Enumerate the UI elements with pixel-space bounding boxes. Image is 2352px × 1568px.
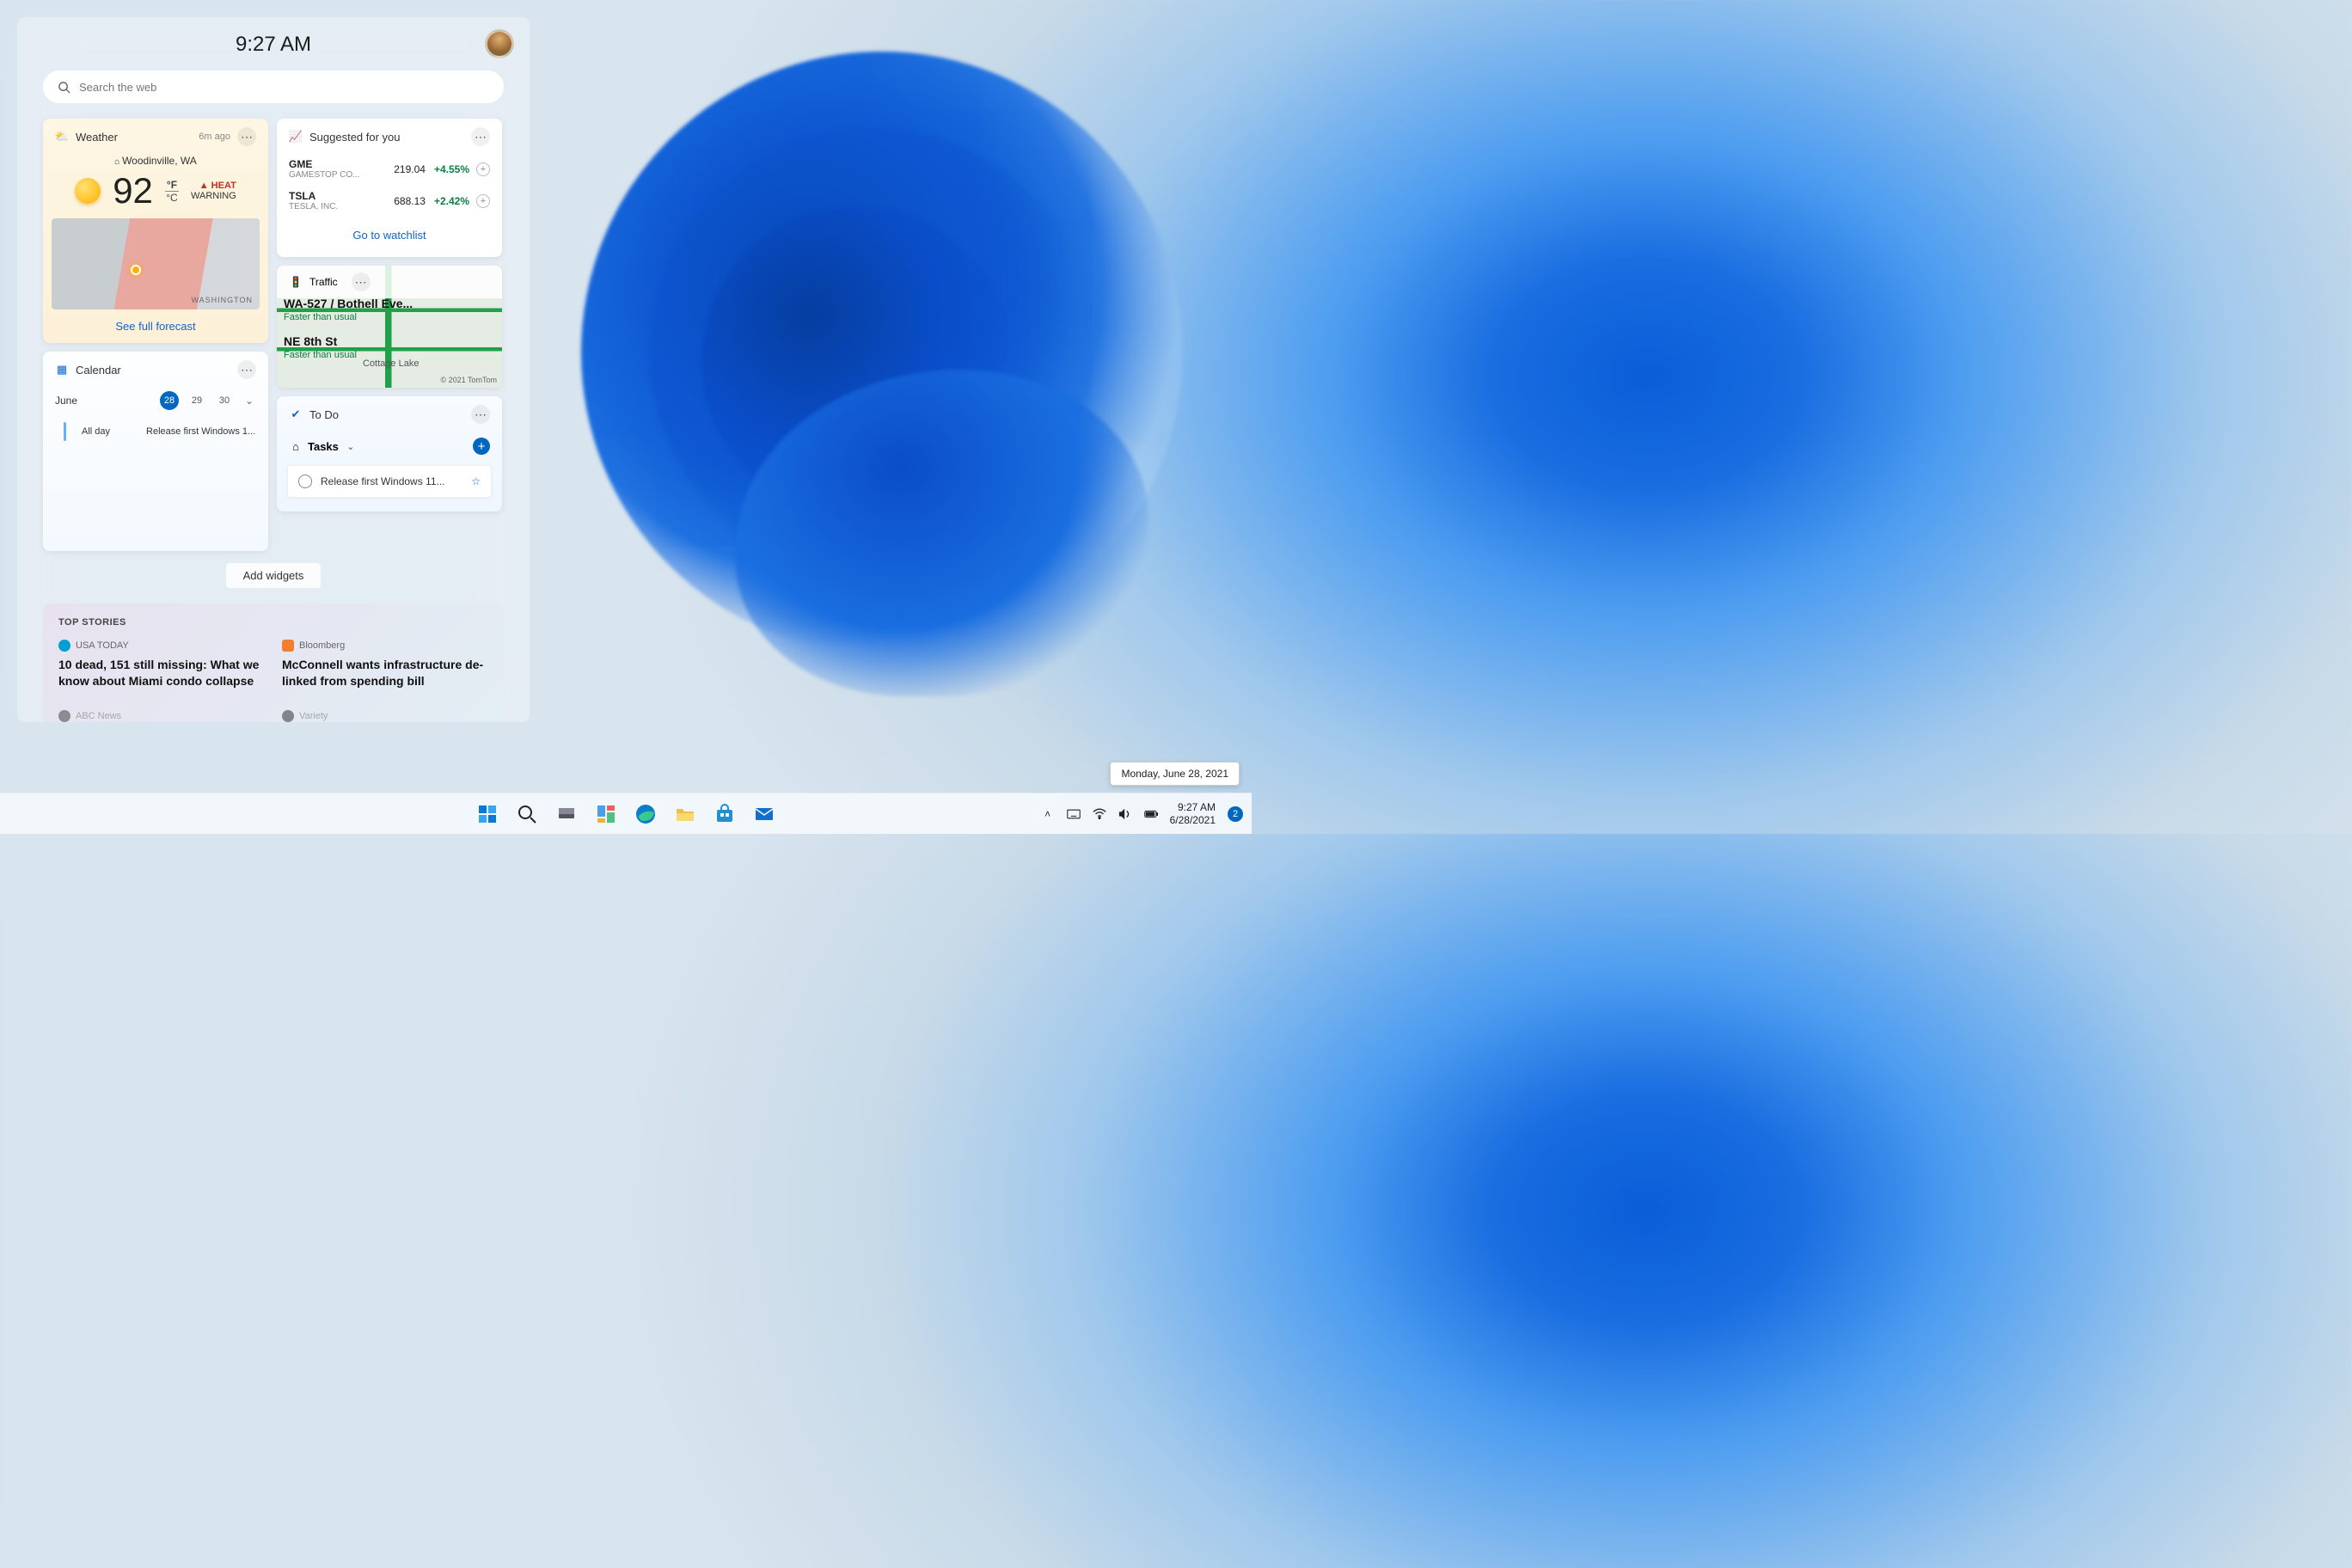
traffic-status-1: Faster than usual <box>284 312 357 322</box>
source-icon <box>282 710 294 722</box>
calendar-event[interactable]: All day Release first Windows 1... <box>43 415 268 441</box>
add-stock-button[interactable]: + <box>476 162 490 176</box>
top-stories-widget[interactable]: TOP STORIES USA TODAY 10 dead, 151 still… <box>43 603 504 722</box>
weather-title: Weather <box>76 131 118 144</box>
add-task-button[interactable]: + <box>473 438 490 455</box>
map-pin-icon <box>131 265 141 275</box>
watchlist-link[interactable]: Go to watchlist <box>277 217 502 255</box>
source-icon <box>58 710 70 722</box>
chevron-down-icon[interactable]: ⌄ <box>242 394 256 407</box>
edge-button[interactable] <box>628 797 663 831</box>
task-view-button[interactable] <box>549 797 584 831</box>
news-title-2: McConnell wants infrastructure de-linked… <box>282 657 488 689</box>
traffic-place-label: Cottage Lake <box>363 358 419 369</box>
star-icon[interactable]: ☆ <box>471 475 481 487</box>
todo-item-text: Release first Windows 11... <box>321 475 445 487</box>
mail-button[interactable] <box>747 797 781 831</box>
news-story-2[interactable]: Bloomberg McConnell wants infrastructure… <box>282 640 488 689</box>
battery-icon[interactable] <box>1144 807 1158 821</box>
home-icon: ⌂ <box>289 439 303 453</box>
weather-icon: ⛅ <box>55 130 69 144</box>
volume-icon[interactable] <box>1118 807 1132 821</box>
search-icon <box>57 80 70 94</box>
news-story-1[interactable]: USA TODAY 10 dead, 151 still missing: Wh… <box>58 640 265 689</box>
panel-time: 9:27 AM <box>43 33 504 57</box>
add-stock-button[interactable]: + <box>476 194 490 208</box>
forecast-link[interactable]: See full forecast <box>43 309 268 343</box>
traffic-status-2: Faster than usual <box>284 350 357 360</box>
traffic-road-1: WA-527 / Bothell Eve... <box>284 297 413 310</box>
traffic-title: Traffic <box>309 276 338 288</box>
weather-age: 6m ago <box>199 132 230 142</box>
stocks-icon: 📈 <box>289 130 303 144</box>
search-input[interactable] <box>79 81 490 94</box>
todo-widget[interactable]: ✔ To Do ⋯ ⌂ Tasks ⌄ + Release first Wind… <box>277 396 502 511</box>
calendar-title: Calendar <box>76 364 121 377</box>
tray-chevron-icon[interactable]: ˄ <box>1041 807 1055 821</box>
calendar-event-title: Release first Windows 1... <box>146 426 255 437</box>
todo-icon: ✔ <box>289 407 303 421</box>
temperature-units[interactable]: °F °C <box>165 179 179 204</box>
news-title-1: 10 dead, 151 still missing: What we know… <box>58 657 265 689</box>
start-button[interactable] <box>470 797 505 831</box>
todo-item[interactable]: Release first Windows 11... ☆ <box>287 465 492 498</box>
calendar-allday-label: All day <box>82 426 110 437</box>
task-checkbox[interactable] <box>298 475 312 488</box>
calendar-day-28[interactable]: 28 <box>160 391 179 410</box>
keyboard-icon[interactable] <box>1067 807 1081 821</box>
weather-map[interactable]: WASHINGTON <box>52 218 260 309</box>
stock-row-tsla[interactable]: TSLA TESLA, INC. 688.13 +2.42% + <box>277 185 502 217</box>
taskbar-clock[interactable]: 9:27 AM 6/28/2021 <box>1170 801 1216 826</box>
todo-title: To Do <box>309 408 339 421</box>
traffic-icon: 🚦 <box>289 275 303 289</box>
source-icon <box>58 640 70 652</box>
chevron-down-icon[interactable]: ⌄ <box>344 439 358 453</box>
weather-widget[interactable]: ⛅ Weather 6m ago ⋯ ⌂ Woodinville, WA 92 … <box>43 119 268 343</box>
stocks-widget[interactable]: 📈 Suggested for you ⋯ GME GAMESTOP CO...… <box>277 119 502 257</box>
notification-badge[interactable]: 2 <box>1228 806 1243 822</box>
date-tooltip: Monday, June 28, 2021 <box>1110 762 1240 786</box>
store-button[interactable] <box>707 797 742 831</box>
source-icon <box>282 640 294 652</box>
calendar-day-30[interactable]: 30 <box>215 391 234 410</box>
traffic-widget[interactable]: 🚦 Traffic ⋯ WA-527 / Bothell Eve... Fast… <box>277 266 502 388</box>
sun-icon <box>75 178 101 204</box>
calendar-widget[interactable]: ▦ Calendar ⋯ June 28 29 30 ⌄ All day Rel… <box>43 352 268 551</box>
weather-more-button[interactable]: ⋯ <box>237 127 256 146</box>
widgets-panel: 9:27 AM ⛅ Weather 6m ago ⋯ ⌂ Woodinville… <box>17 17 530 722</box>
search-box[interactable] <box>43 70 504 103</box>
wifi-icon[interactable] <box>1093 807 1106 821</box>
stocks-title: Suggested for you <box>309 131 401 144</box>
widgets-button[interactable] <box>589 797 623 831</box>
todo-more-button[interactable]: ⋯ <box>471 405 490 424</box>
taskbar-search-button[interactable] <box>510 797 544 831</box>
user-avatar[interactable] <box>485 29 514 58</box>
stocks-more-button[interactable]: ⋯ <box>471 127 490 146</box>
traffic-more-button[interactable]: ⋯ <box>352 273 371 291</box>
calendar-month: June <box>55 395 77 407</box>
calendar-day-29[interactable]: 29 <box>187 391 206 410</box>
weather-temperature: 92 <box>113 170 153 211</box>
top-stories-heading: TOP STORIES <box>58 617 488 628</box>
calendar-icon: ▦ <box>55 363 69 377</box>
stock-row-gme[interactable]: GME GAMESTOP CO... 219.04 +4.55% + <box>277 153 502 185</box>
taskbar: ˄ 9:27 AM 6/28/2021 2 <box>0 793 1252 834</box>
todo-section-label[interactable]: Tasks <box>308 440 339 453</box>
traffic-copyright: © 2021 TomTom <box>441 376 498 384</box>
weather-warning: ▲ HEAT WARNING <box>191 181 236 201</box>
calendar-more-button[interactable]: ⋯ <box>237 360 256 379</box>
weather-location: ⌂ Woodinville, WA <box>43 153 268 167</box>
traffic-road-2: NE 8th St <box>284 334 337 348</box>
file-explorer-button[interactable] <box>668 797 702 831</box>
add-widgets-button[interactable]: Add widgets <box>226 563 322 588</box>
weather-region-label: WASHINGTON <box>191 296 253 304</box>
